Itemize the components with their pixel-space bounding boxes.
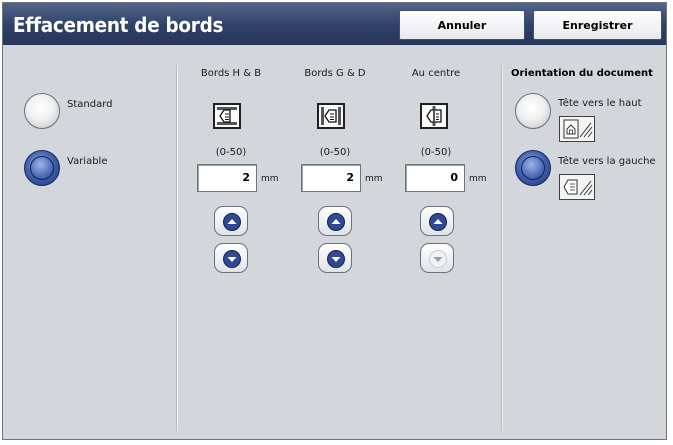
left-right-label: Bords G & D bbox=[304, 68, 366, 79]
center-increase-button[interactable] bbox=[420, 206, 454, 236]
head-up-icon bbox=[559, 116, 595, 142]
left-right-edge-icon bbox=[317, 103, 345, 129]
standard-radio[interactable] bbox=[24, 93, 60, 129]
center-range: (0-50) bbox=[420, 147, 452, 158]
top-bottom-field[interactable]: 2 bbox=[197, 164, 257, 192]
left-right-range: (0-50) bbox=[319, 147, 351, 158]
head-left-label: Tête vers la gauche bbox=[558, 156, 656, 167]
center-label: Au centre bbox=[411, 68, 461, 79]
column-divider bbox=[501, 65, 503, 431]
top-bottom-decrease-button[interactable] bbox=[214, 243, 248, 273]
left-right-field[interactable]: 2 bbox=[301, 164, 361, 192]
top-bottom-unit: mm bbox=[261, 174, 279, 184]
head-left-icon bbox=[559, 174, 595, 200]
save-button[interactable]: Enregistrer bbox=[533, 10, 662, 40]
column-divider bbox=[176, 65, 178, 431]
left-right-unit: mm bbox=[365, 174, 383, 184]
top-bottom-increase-button[interactable] bbox=[214, 206, 248, 236]
head-left-radio[interactable] bbox=[515, 150, 551, 186]
head-up-label: Tête vers le haut bbox=[558, 98, 642, 109]
variable-radio[interactable] bbox=[24, 150, 60, 186]
page-title: Effacement de bords bbox=[13, 13, 224, 37]
left-right-increase-button[interactable] bbox=[318, 206, 352, 236]
top-bottom-label: Bords H & B bbox=[200, 68, 262, 79]
standard-label: Standard bbox=[67, 99, 113, 110]
center-unit: mm bbox=[469, 174, 487, 184]
top-bottom-range: (0-50) bbox=[215, 147, 247, 158]
top-bottom-edge-icon bbox=[213, 103, 241, 129]
orientation-title: Orientation du document bbox=[511, 68, 653, 79]
left-right-decrease-button[interactable] bbox=[318, 243, 352, 273]
cancel-button[interactable]: Annuler bbox=[399, 10, 525, 40]
center-decrease-button[interactable] bbox=[420, 243, 454, 273]
head-up-radio[interactable] bbox=[515, 93, 551, 129]
variable-label: Variable bbox=[67, 156, 108, 167]
center-field[interactable]: 0 bbox=[405, 164, 465, 192]
center-erase-icon bbox=[420, 103, 448, 129]
title-bar: Effacement de bords Annuler Enregistrer bbox=[3, 3, 666, 45]
